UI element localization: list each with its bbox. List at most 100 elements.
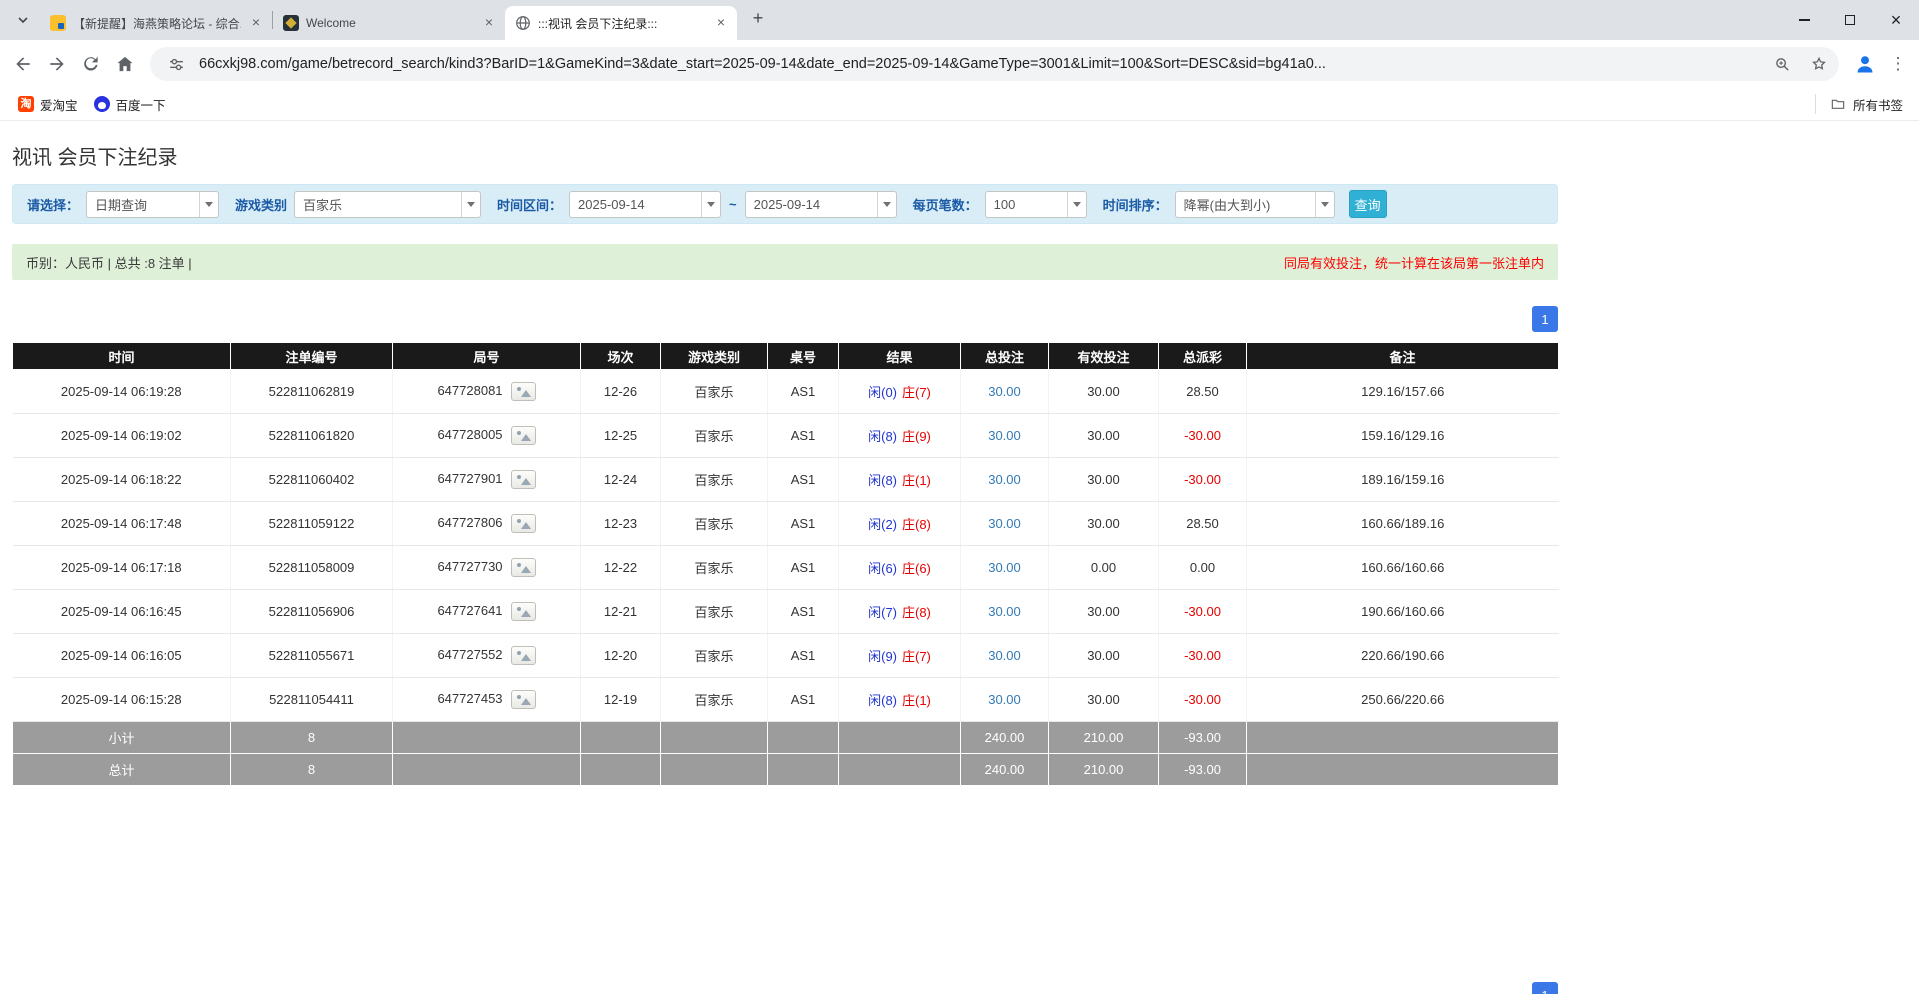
game-type-label: 游戏类别 [235, 195, 287, 214]
cell-valid-bet: 0.00 [1049, 546, 1159, 590]
back-icon[interactable] [6, 47, 40, 81]
cell-game-type: 百家乐 [661, 502, 768, 546]
tab-close-icon[interactable]: × [481, 15, 497, 31]
summary-notice: 同局有效投注，统一计算在该局第一张注单内 [1284, 253, 1544, 272]
tab-title: Welcome [306, 16, 474, 30]
query-type-select[interactable]: 日期查询 [86, 191, 219, 218]
minimize-button[interactable] [1781, 0, 1827, 40]
cell-game-type: 百家乐 [661, 590, 768, 634]
search-button[interactable]: 查询 [1349, 190, 1387, 218]
page-1-button[interactable]: 1 [1532, 982, 1558, 994]
round-image-icon[interactable] [511, 690, 536, 709]
cell-table-no: AS1 [768, 370, 839, 414]
cell-bet-id: 522811055671 [231, 634, 393, 678]
cell-game-type: 百家乐 [661, 546, 768, 590]
round-image-icon[interactable] [511, 470, 536, 489]
profile-avatar-icon[interactable] [1849, 48, 1881, 80]
tab-bet-records-active[interactable]: :::视讯 会员下注纪录::: × [505, 6, 737, 40]
result-player: 闲(9) [868, 649, 897, 664]
total-bet-link[interactable]: 30.00 [988, 560, 1021, 575]
page-1-button[interactable]: 1 [1532, 306, 1558, 332]
column-header: 游戏类别 [661, 343, 768, 370]
cell-bet-id: 522811060402 [231, 458, 393, 502]
subtotal-payout: -93.00 [1159, 722, 1247, 754]
cell-total-bet: 30.00 [961, 458, 1049, 502]
cell-round: 647727730 [393, 546, 581, 590]
date-end-input[interactable]: 2025-09-14 [745, 191, 897, 218]
chevron-down-icon [701, 192, 720, 217]
reload-icon[interactable] [74, 47, 108, 81]
total-bet-link[interactable]: 30.00 [988, 384, 1021, 399]
column-header: 局号 [393, 343, 581, 370]
result-player: 闲(0) [868, 385, 897, 400]
cell-result: 闲(8)庄(9) [839, 414, 961, 458]
close-button[interactable]: × [1873, 0, 1919, 40]
table-row: 2025-09-14 06:17:18522811058009647727730… [13, 546, 1559, 590]
cell-result: 闲(7)庄(8) [839, 590, 961, 634]
cell-time: 2025-09-14 06:15:28 [13, 678, 231, 722]
summary-bar: 币别：人民币 | 总共 :8 注单 | 同局有效投注，统一计算在该局第一张注单内 [12, 244, 1558, 280]
bookmark-taobao[interactable]: 淘 爱淘宝 [10, 91, 86, 118]
all-bookmarks[interactable]: 所有书签 [1815, 94, 1909, 114]
result-banker: 庄(6) [902, 561, 931, 576]
column-header: 有效投注 [1049, 343, 1159, 370]
page-content: 视讯 会员下注纪录 请选择： 日期查询 游戏类别 百家乐 时间区间： 2025-… [0, 121, 1919, 994]
cell-note: 250.66/220.66 [1247, 678, 1559, 722]
result-banker: 庄(8) [902, 517, 931, 532]
round-number: 647727552 [437, 647, 502, 662]
tab-close-icon[interactable]: × [713, 15, 729, 31]
round-image-icon[interactable] [511, 426, 536, 445]
cell-note: 160.66/189.16 [1247, 502, 1559, 546]
tab-search-icon[interactable] [10, 7, 36, 33]
page-title: 视讯 会员下注纪录 [12, 121, 1558, 184]
per-page-select[interactable]: 100 [985, 191, 1087, 218]
round-image-icon[interactable] [511, 514, 536, 533]
total-bet-link[interactable]: 30.00 [988, 692, 1021, 707]
sort-select[interactable]: 降幂(由大到小) [1175, 191, 1335, 218]
bookmark-baidu[interactable]: 百度一下 [86, 91, 174, 118]
round-image-icon[interactable] [511, 382, 536, 401]
total-bet-link[interactable]: 30.00 [988, 472, 1021, 487]
tab-title: 【新提醒】海燕策略论坛 - 综合... [73, 15, 241, 32]
result-banker: 庄(9) [902, 429, 931, 444]
cell-table-no: AS1 [768, 502, 839, 546]
round-image-icon[interactable] [511, 602, 536, 621]
tab-close-icon[interactable]: × [248, 15, 264, 31]
result-banker: 庄(7) [902, 649, 931, 664]
round-image-icon[interactable] [511, 646, 536, 665]
bookmark-star-icon[interactable] [1805, 50, 1833, 78]
total-bet-link[interactable]: 30.00 [988, 428, 1021, 443]
url-text[interactable]: 66cxkj98.com/game/betrecord_search/kind3… [199, 56, 1759, 72]
baidu-icon [94, 96, 110, 112]
tab-forum[interactable]: 【新提醒】海燕策略论坛 - 综合... × [40, 6, 272, 40]
tab-welcome[interactable]: Welcome × [273, 6, 505, 40]
cell-bet-id: 522811056906 [231, 590, 393, 634]
bookmarks-bar: 淘 爱淘宝 百度一下 所有书签 [0, 88, 1919, 121]
cell-note: 159.16/129.16 [1247, 414, 1559, 458]
zoom-icon[interactable] [1768, 50, 1796, 78]
maximize-button[interactable] [1827, 0, 1873, 40]
sort-label: 时间排序： [1103, 195, 1168, 214]
game-type-select[interactable]: 百家乐 [294, 191, 481, 218]
date-start-input[interactable]: 2025-09-14 [569, 191, 721, 218]
round-image-icon[interactable] [511, 558, 536, 577]
new-tab-button[interactable]: + [745, 5, 771, 31]
home-icon[interactable] [108, 47, 142, 81]
cell-game-type: 百家乐 [661, 414, 768, 458]
cell-table-no: AS1 [768, 634, 839, 678]
total-bet-link[interactable]: 30.00 [988, 516, 1021, 531]
cell-valid-bet: 30.00 [1049, 678, 1159, 722]
forward-icon[interactable] [40, 47, 74, 81]
total-bet-link[interactable]: 30.00 [988, 648, 1021, 663]
cell-round: 647728081 [393, 370, 581, 414]
welcome-favicon [283, 15, 299, 31]
total-bet-link[interactable]: 30.00 [988, 604, 1021, 619]
site-settings-icon[interactable] [162, 50, 190, 78]
address-bar[interactable]: 66cxkj98.com/game/betrecord_search/kind3… [150, 47, 1839, 81]
cell-bet-id: 522811059122 [231, 502, 393, 546]
round-number: 647727453 [437, 691, 502, 706]
result-banker: 庄(8) [902, 605, 931, 620]
browser-menu-icon[interactable]: ⋮ [1883, 47, 1913, 81]
pagination-bottom: 1 [12, 982, 1558, 994]
column-header: 场次 [581, 343, 661, 370]
